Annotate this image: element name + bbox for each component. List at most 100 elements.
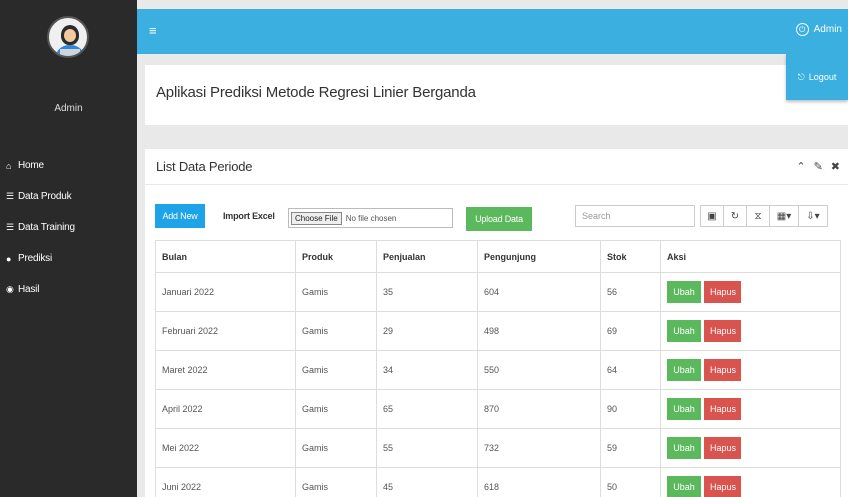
- delete-button[interactable]: Hapus: [704, 281, 741, 303]
- table-toolbar: ▣ ↻ ⧖ ▦▾ ⇩▾: [700, 205, 828, 227]
- table-cell: 732: [477, 428, 601, 468]
- no-file-text: No file chosen: [345, 213, 397, 223]
- sidebar-item-hasil[interactable]: ◉ Hasil: [0, 274, 137, 305]
- admin-label: Admin: [813, 24, 842, 35]
- edit-button[interactable]: Ubah: [667, 281, 701, 303]
- delete-button[interactable]: Hapus: [704, 398, 741, 420]
- title-box: Aplikasi Prediksi Metode Regresi Linier …: [145, 65, 848, 125]
- export-icon[interactable]: ⇩▾: [798, 205, 828, 227]
- sidebar-item-label: Data Produk: [18, 191, 72, 202]
- page-title: Aplikasi Prediksi Metode Regresi Linier …: [156, 84, 476, 101]
- table-row: Februari 2022 Gamis 29 498 69 Ubah Hapus: [155, 311, 841, 351]
- logout-icon: ⎋: [797, 71, 805, 82]
- panel-header: List Data Periode ⌃ ✎ ✖: [145, 149, 848, 185]
- table-cell: 64: [600, 350, 661, 390]
- delete-button[interactable]: Hapus: [704, 437, 741, 459]
- globe-icon: ●: [6, 253, 12, 264]
- table-cell: Juni 2022: [155, 467, 296, 497]
- sidebar-item-prediksi[interactable]: ● Prediksi: [0, 243, 137, 274]
- table-cell: 550: [477, 350, 601, 390]
- column-header[interactable]: Penjualan: [376, 240, 478, 273]
- hamburger-icon[interactable]: ≡: [149, 24, 157, 37]
- table-cell: Gamis: [295, 311, 377, 351]
- close-icon[interactable]: ✖: [831, 160, 840, 173]
- table-cell: 604: [477, 272, 601, 312]
- admin-menu[interactable]: ⏻ Admin: [795, 23, 842, 36]
- panel-tools: ⌃ ✎ ✖: [796, 160, 840, 173]
- columns-icon[interactable]: ▦▾: [769, 205, 799, 227]
- column-header[interactable]: Bulan: [155, 240, 296, 273]
- logout-button[interactable]: ⎋ Logout: [786, 54, 848, 100]
- sidebar-item-home[interactable]: ⌂ Home: [0, 150, 137, 181]
- power-icon: ⏻: [795, 23, 809, 36]
- search-input[interactable]: Search: [575, 205, 695, 227]
- table-cell: 45: [376, 467, 478, 497]
- table-cell: 69: [600, 311, 661, 351]
- table-header-row: Bulan Produk Penjualan Pengunjung Stok A…: [155, 240, 841, 273]
- panel-title: List Data Periode: [156, 159, 253, 174]
- table-cell: 56: [600, 272, 661, 312]
- edit-button[interactable]: Ubah: [667, 476, 701, 497]
- add-new-button[interactable]: Add New: [155, 204, 205, 228]
- fullscreen-icon[interactable]: ⧖: [746, 205, 770, 227]
- table-cell: 59: [600, 428, 661, 468]
- action-cell: Ubah Hapus: [660, 428, 841, 468]
- choose-file-button[interactable]: Choose File: [291, 211, 342, 225]
- refresh-icon[interactable]: ↻: [723, 205, 747, 227]
- delete-button[interactable]: Hapus: [704, 359, 741, 381]
- table-cell: Gamis: [295, 272, 377, 312]
- table-cell: April 2022: [155, 389, 296, 429]
- toggle-icon[interactable]: ▣: [700, 205, 724, 227]
- column-header: Aksi: [660, 240, 841, 273]
- table-cell: 34: [376, 350, 478, 390]
- delete-button[interactable]: Hapus: [704, 476, 741, 497]
- table-cell: 618: [477, 467, 601, 497]
- upload-data-button[interactable]: Upload Data: [466, 207, 532, 231]
- collapse-icon[interactable]: ⌃: [796, 160, 805, 173]
- table-row: Juni 2022 Gamis 45 618 50 Ubah Hapus: [155, 467, 841, 497]
- sidebar-item-data-training[interactable]: ☰ Data Training: [0, 212, 137, 243]
- wrench-icon[interactable]: ✎: [814, 160, 823, 173]
- table-cell: Gamis: [295, 389, 377, 429]
- edit-button[interactable]: Ubah: [667, 320, 701, 342]
- table-row: Mei 2022 Gamis 55 732 59 Ubah Hapus: [155, 428, 841, 468]
- eye-icon: ◉: [6, 284, 14, 294]
- sidebar-item-label: Home: [18, 160, 44, 171]
- table-cell: 50: [600, 467, 661, 497]
- list-icon: ☰: [6, 222, 14, 232]
- data-panel: List Data Periode ⌃ ✎ ✖ Add New Import E…: [145, 149, 848, 497]
- sidebar: Admin ⌂ Home ☰ Data Produk ☰ Data Training …: [0, 0, 137, 497]
- table-cell: Maret 2022: [155, 350, 296, 390]
- table-cell: 870: [477, 389, 601, 429]
- table-row: April 2022 Gamis 65 870 90 Ubah Hapus: [155, 389, 841, 429]
- action-cell: Ubah Hapus: [660, 389, 841, 429]
- sidebar-user-name: Admin: [54, 103, 83, 114]
- action-cell: Ubah Hapus: [660, 350, 841, 390]
- table-cell: 35: [376, 272, 478, 312]
- table-cell: Gamis: [295, 350, 377, 390]
- sidebar-item-label: Hasil: [18, 284, 40, 295]
- sidebar-item-label: Data Training: [18, 222, 75, 233]
- home-icon: ⌂: [6, 160, 12, 171]
- table-row: Januari 2022 Gamis 35 604 56 Ubah Hapus: [155, 272, 841, 312]
- column-header[interactable]: Pengunjung: [477, 240, 601, 273]
- import-excel-label: Import Excel: [223, 211, 275, 221]
- top-navbar: ≡ ⏻ Admin: [137, 9, 848, 54]
- edit-button[interactable]: Ubah: [667, 398, 701, 420]
- edit-button[interactable]: Ubah: [667, 437, 701, 459]
- table-cell: 90: [600, 389, 661, 429]
- sidebar-item-label: Prediksi: [18, 253, 52, 264]
- edit-button[interactable]: Ubah: [667, 359, 701, 381]
- table-cell: Gamis: [295, 428, 377, 468]
- file-input[interactable]: Choose File No file chosen: [288, 208, 453, 228]
- table-cell: 65: [376, 389, 478, 429]
- table-cell: 55: [376, 428, 478, 468]
- sidebar-item-data-produk[interactable]: ☰ Data Produk: [0, 181, 137, 212]
- list-icon: ☰: [6, 191, 14, 201]
- action-cell: Ubah Hapus: [660, 311, 841, 351]
- delete-button[interactable]: Hapus: [704, 320, 741, 342]
- column-header[interactable]: Produk: [295, 240, 377, 273]
- table-cell: 29: [376, 311, 478, 351]
- logout-label: Logout: [808, 72, 837, 82]
- column-header[interactable]: Stok: [600, 240, 661, 273]
